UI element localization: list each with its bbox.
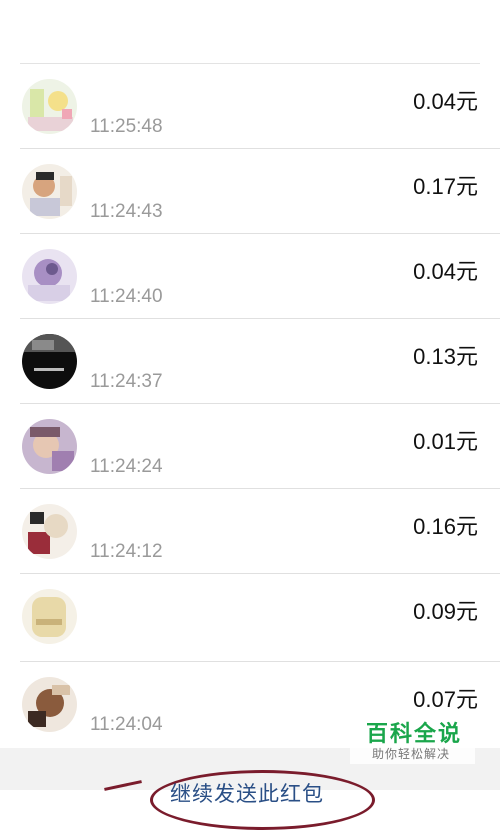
record-row[interactable]: 11:24:43 0.17元 <box>0 149 500 234</box>
user-avatar[interactable] <box>22 504 77 559</box>
watermark-title: 百科全说 <box>366 721 463 746</box>
record-amount: 0.04元 <box>413 89 478 114</box>
record-amount: 0.07元 <box>413 687 478 712</box>
record-row[interactable]: 11:25:48 0.04元 <box>0 64 500 149</box>
user-avatar[interactable] <box>22 79 77 134</box>
record-amount: 0.17元 <box>413 174 478 199</box>
user-avatar[interactable] <box>22 677 77 732</box>
record-row[interactable]: 11:24:37 0.13元 <box>0 319 500 404</box>
user-avatar[interactable] <box>22 589 77 644</box>
record-row[interactable]: 0.09元 <box>0 574 500 662</box>
header-area <box>0 0 500 64</box>
record-time: 11:24:04 <box>90 714 163 735</box>
watermark-subtitle: 助你轻松解决 <box>372 747 451 761</box>
record-amount: 0.04元 <box>413 259 478 284</box>
record-row[interactable]: 11:24:40 0.04元 <box>0 234 500 319</box>
user-avatar[interactable] <box>22 334 77 389</box>
record-row[interactable]: 11:24:12 0.16元 <box>0 489 500 574</box>
record-time: 11:24:12 <box>90 541 163 562</box>
record-time: 11:25:48 <box>90 116 163 137</box>
red-packet-record-list: 11:25:48 0.04元 11:24:43 0.17元 11:24:40 0… <box>0 64 500 747</box>
record-row[interactable]: 11:24:24 0.01元 <box>0 404 500 489</box>
record-amount: 0.13元 <box>413 344 478 369</box>
record-time: 11:24:37 <box>90 371 163 392</box>
user-avatar[interactable] <box>22 249 77 304</box>
watermark-logo: 百科全说 助你轻松解决 <box>350 712 475 764</box>
record-amount: 0.09元 <box>413 599 478 624</box>
user-avatar[interactable] <box>22 164 77 219</box>
annotation-arrow <box>104 780 142 791</box>
record-amount: 0.01元 <box>413 429 478 454</box>
record-time: 11:24:43 <box>90 201 163 222</box>
continue-send-link[interactable]: 继续发送此红包 <box>170 778 324 808</box>
record-time: 11:24:40 <box>90 286 163 307</box>
record-time: 11:24:24 <box>90 456 163 477</box>
user-avatar[interactable] <box>22 419 77 474</box>
record-amount: 0.16元 <box>413 514 478 539</box>
